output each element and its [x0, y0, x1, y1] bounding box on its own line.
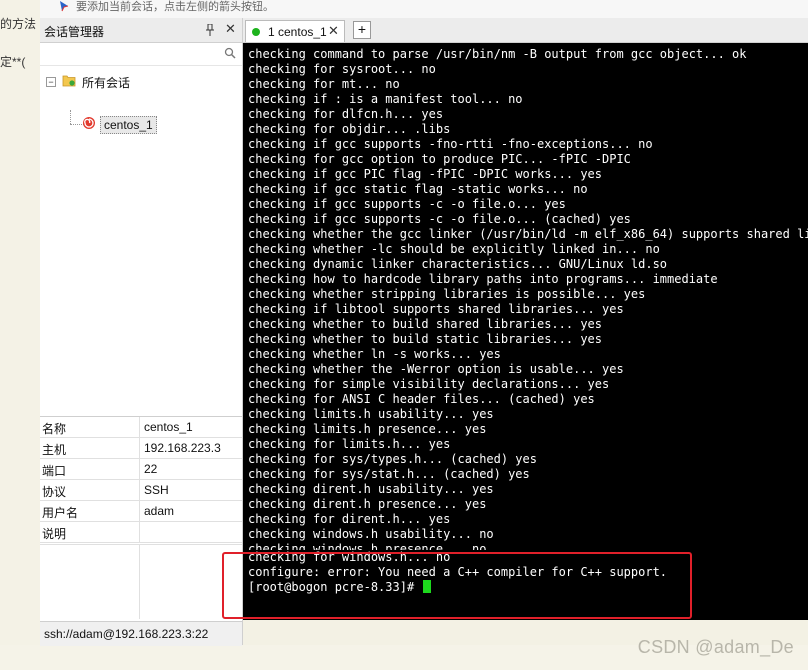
property-row: 用户名 adam [40, 501, 242, 522]
error-highlight-box [222, 552, 692, 619]
property-key: 说明 [42, 527, 67, 541]
hint-text: 要添加当前会话，点击左侧的箭头按钮。 [76, 1, 274, 13]
terminal-line: checking for ANSI C header files... (cac… [248, 392, 595, 406]
property-value: 22 [144, 462, 158, 476]
terminal-line: checking whether to build shared librari… [248, 317, 603, 331]
session-swirl-icon [83, 117, 95, 129]
session-label: centos_1 [100, 116, 157, 134]
property-key: 协议 [42, 485, 67, 499]
terminal-line: checking for sys/stat.h... (cached) yes [248, 467, 530, 481]
terminal-line: checking whether the gcc linker (/usr/bi… [248, 227, 808, 241]
search-row [40, 43, 242, 66]
terminal-output: checking command to parse /usr/bin/nm -B… [248, 47, 808, 595]
column-divider [139, 459, 140, 479]
property-value: 192.168.223.3 [144, 441, 221, 455]
property-key: 用户名 [42, 506, 79, 520]
panel-title: 会话管理器 [44, 25, 105, 39]
blog-text-fragment: 定**( [0, 55, 26, 69]
property-value: SSH [144, 483, 169, 497]
property-row: 名称 centos_1 [40, 417, 242, 438]
terminal-line: checking if libtool supports shared libr… [248, 302, 624, 316]
panel-header: 会话管理器 ✕ [40, 18, 242, 43]
terminal-line: checking for sysroot... no [248, 62, 436, 76]
terminal-line: checking for objdir... .libs [248, 122, 451, 136]
terminal-line: checking for dirent.h... yes [248, 512, 451, 526]
close-icon[interactable]: ✕ [225, 21, 236, 37]
tree-connector [70, 110, 71, 124]
terminal-line: checking whether -lc should be explicitl… [248, 242, 660, 256]
search-icon[interactable] [224, 47, 236, 59]
column-divider [139, 480, 140, 500]
terminal-line: checking for gcc option to produce PIC..… [248, 152, 631, 166]
terminal-line: checking for simple visibility declarati… [248, 377, 610, 391]
terminal-line: checking for sys/types.h... (cached) yes [248, 452, 537, 466]
blog-text-fragment: 的方法 [0, 17, 37, 31]
tab-centos-1[interactable]: 1 centos_1 ✕ [245, 20, 345, 42]
property-value: adam [144, 504, 175, 518]
collapse-toggle-icon[interactable]: − [46, 77, 56, 87]
terminal-line: checking if gcc supports -fno-rtti -fno-… [248, 137, 653, 151]
property-key: 端口 [42, 464, 67, 478]
property-row: 主机 192.168.223.3 [40, 438, 242, 459]
connected-status-icon [252, 28, 260, 36]
terminal-line: checking if gcc PIC flag -fPIC -DPIC wor… [248, 167, 603, 181]
terminal-line: checking dirent.h presence... yes [248, 497, 487, 511]
terminal-line: checking if gcc static flag -static work… [248, 182, 588, 196]
property-value: centos_1 [144, 420, 193, 434]
terminal-line: checking if gcc supports -c -o file.o...… [248, 212, 631, 226]
terminal-line: checking if : is a manifest tool... no [248, 92, 523, 106]
property-row: 协议 SSH [40, 480, 242, 501]
terminal-line: checking limits.h usability... yes [248, 407, 494, 421]
session-manager-panel: 会话管理器 ✕ − 所有会话 centos_1 名称 centos_1 主机 1… [40, 18, 243, 646]
terminal-line: checking limits.h presence... yes [248, 422, 487, 436]
properties-table: 名称 centos_1 主机 192.168.223.3 端口 22 协议 SS… [40, 416, 242, 543]
search-input[interactable] [40, 43, 220, 65]
terminal-line: checking dynamic linker characteristics.… [248, 257, 668, 271]
terminal-line: checking windows.h presence... no [248, 542, 487, 550]
pin-icon[interactable] [206, 24, 214, 36]
terminal-line: checking how to hardcode library paths i… [248, 272, 718, 286]
column-divider [139, 417, 140, 437]
terminal-line: checking dirent.h usability... yes [248, 482, 494, 496]
tab-label: 1 centos_1 [268, 25, 327, 39]
add-tab-button[interactable]: + [353, 21, 371, 39]
terminal-line: checking command to parse /usr/bin/nm -B… [248, 47, 747, 61]
column-divider [139, 501, 140, 521]
terminal[interactable]: checking command to parse /usr/bin/nm -B… [243, 43, 808, 620]
terminal-line: checking whether stripping libraries is … [248, 287, 646, 301]
terminal-line: checking for dlfcn.h... yes [248, 107, 444, 121]
terminal-line: checking for limits.h... yes [248, 437, 451, 451]
property-key: 主机 [42, 443, 67, 457]
close-icon[interactable]: ✕ [328, 23, 339, 39]
arrow-pointer-icon [60, 1, 69, 12]
property-key: 名称 [42, 422, 67, 436]
terminal-line: checking whether ln -s works... yes [248, 347, 501, 361]
session-tree: − 所有会话 centos_1 [40, 66, 242, 386]
tab-strip: 1 centos_1 ✕ + [243, 18, 808, 43]
terminal-line: checking whether the -Werror option is u… [248, 362, 624, 376]
column-divider [139, 545, 140, 619]
terminal-line: checking windows.h usability... no [248, 527, 494, 541]
blog-background [0, 0, 40, 670]
terminal-line: checking if gcc supports -c -o file.o...… [248, 197, 566, 211]
tree-root-label: 所有会话 [82, 76, 131, 90]
terminal-line: checking whether to build static librari… [248, 332, 603, 346]
column-divider [139, 438, 140, 458]
property-row: 说明 [40, 522, 242, 543]
properties-empty-area [40, 544, 242, 619]
connection-status: ssh://adam@192.168.223.3:22 [44, 627, 209, 641]
hint-bar: 要添加当前会话，点击左侧的箭头按钮。 [40, 0, 808, 19]
property-row: 端口 22 [40, 459, 242, 480]
terminal-line: checking for mt... no [248, 77, 400, 91]
watermark: CSDN @adam_De [637, 637, 794, 657]
column-divider [139, 522, 140, 542]
status-bar: ssh://adam@192.168.223.3:22 [40, 621, 242, 646]
folder-icon [62, 75, 76, 87]
